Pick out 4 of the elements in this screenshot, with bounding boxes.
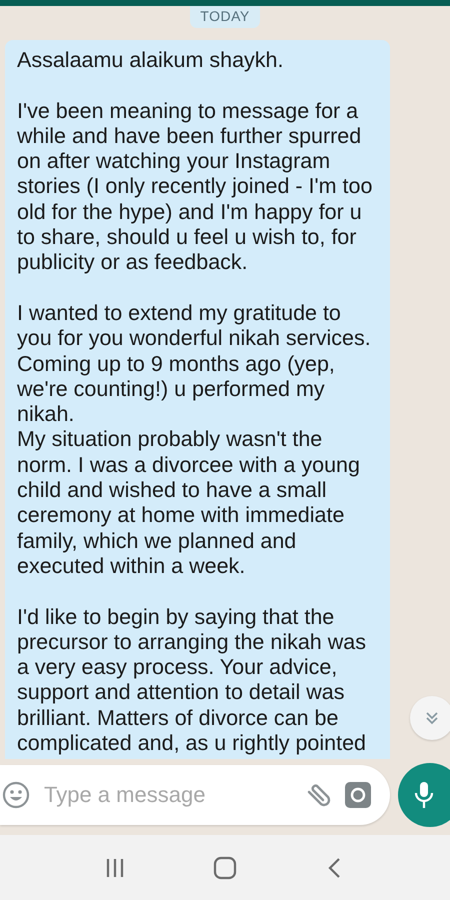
message-composer[interactable]: Type a message [0,765,390,825]
message-input-field[interactable]: Type a message [42,781,290,809]
date-chip: TODAY [190,6,260,28]
message-text: Assalaamu alaikum shaykh. I've been meaning to message for a while and have been further spurred on after watching your Instagram stories (I only recently joined - I'm too old for the hype) and I'm happy for u to share, should u feel u wish to, for publicity or as feedback. I wanted to extend my gratitude to you for you wonderful nikah services. Coming up to 9 months ago (yep, we're counting!) u performed my nikah. My situation probably wasn't the norm. I was a divorcee with a young child and wished to have a small ceremony at home with immediate family, which we planned and executed within a week. I'd like to begin by saying that the precursor to arranging the nikah was a very easy process. Your advice, support and attention to detail was brilliant. Matters of divorce can be complicated and, as u rightly pointed [17,48,374,756]
